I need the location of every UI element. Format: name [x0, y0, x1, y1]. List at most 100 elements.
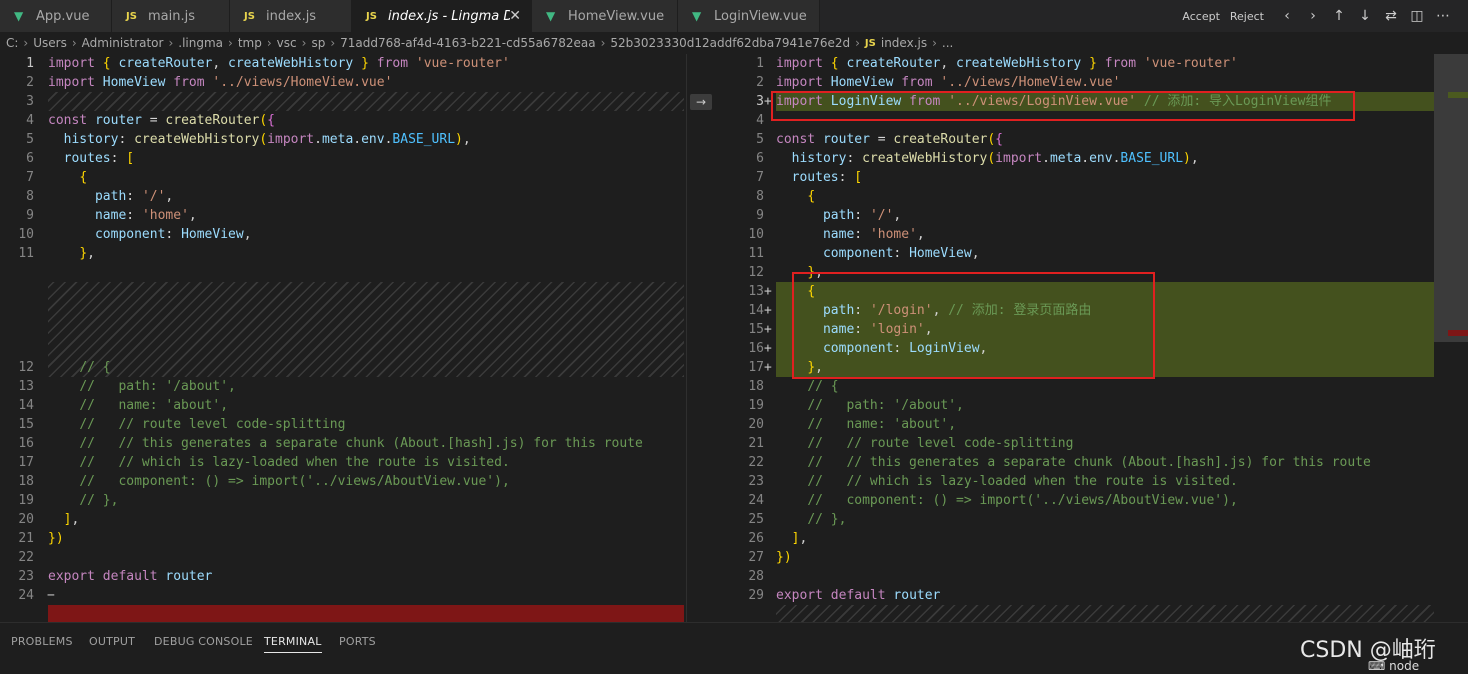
- swap-icon[interactable]: ⇄: [1378, 8, 1404, 24]
- code-text: // name: 'about',: [807, 417, 957, 432]
- line-number: 15: [748, 322, 764, 337]
- tab-app-vue[interactable]: ▼ App.vue: [0, 0, 112, 32]
- breadcrumb-item[interactable]: Users: [33, 36, 67, 50]
- code-text: path: '/',: [94, 189, 174, 204]
- breadcrumb-item[interactable]: Administrator: [82, 36, 164, 50]
- tab-terminal[interactable]: TERMINAL: [264, 635, 322, 653]
- tab-ports[interactable]: PORTS: [339, 635, 376, 648]
- code-line: 7 routes: [: [718, 168, 1468, 187]
- line-number: 3: [26, 94, 34, 109]
- chevron-right-icon: ›: [266, 36, 272, 50]
- line-number: 14: [748, 303, 764, 318]
- split-editor-icon[interactable]: ◫: [1404, 8, 1430, 24]
- breadcrumb-item[interactable]: .lingma: [178, 36, 223, 50]
- vue-file-icon: ▼: [14, 9, 24, 23]
- close-icon[interactable]: ✕: [509, 8, 521, 24]
- accept-button[interactable]: Accept: [1182, 10, 1220, 23]
- next-change-icon[interactable]: ›: [1300, 8, 1326, 24]
- code-line: 6 history: createWebHistory(import.meta.…: [718, 149, 1468, 168]
- breadcrumb-item[interactable]: tmp: [238, 36, 262, 50]
- code-text: component: HomeView,: [822, 246, 980, 261]
- code-line: 18 // component: () => import('../views/…: [0, 472, 686, 491]
- code-line: 29 export default router: [718, 586, 1468, 605]
- breadcrumb-item[interactable]: vsc: [277, 36, 297, 50]
- original-editor-pane[interactable]: 1 import { createRouter, createWebHistory…: [0, 54, 686, 622]
- code-text: export default router: [776, 588, 941, 603]
- code-text: routes: [: [791, 170, 863, 185]
- more-actions-icon[interactable]: ⋯: [1430, 8, 1456, 24]
- removed-line-marker: −: [47, 588, 55, 603]
- code-line: 10 component: HomeView,: [0, 225, 686, 244]
- code-text: // component: () => import('../views/Abo…: [79, 474, 510, 489]
- tab-label: LoginView.vue: [714, 8, 807, 24]
- chevron-right-icon: ›: [330, 36, 336, 50]
- terminal-icon: ⌨: [1368, 659, 1390, 673]
- breadcrumb-item[interactable]: C:: [6, 36, 18, 50]
- line-number: 19: [748, 398, 764, 413]
- code-line: 2 import HomeView from '../views/HomeView…: [718, 73, 1468, 92]
- js-file-icon: JS: [864, 37, 876, 49]
- terminal-instance-node[interactable]: ⌨ node: [1368, 659, 1419, 673]
- line-number: 10: [18, 227, 34, 242]
- line-number: 9: [26, 208, 34, 223]
- tab-output[interactable]: OUTPUT: [89, 635, 135, 648]
- revert-change-icon[interactable]: →: [690, 94, 712, 110]
- tab-index-js-lingma-diff[interactable]: JS index.js - Lingma Diff ✕: [352, 0, 532, 32]
- breadcrumb-item[interactable]: 52b3023330d12addf62dba7941e76e2d: [610, 36, 850, 50]
- line-number: 28: [748, 569, 764, 584]
- code-line: 25 // },: [718, 510, 1468, 529]
- tab-index-js[interactable]: JS index.js: [230, 0, 352, 32]
- line-number: 17: [18, 455, 34, 470]
- line-number: 2: [756, 75, 764, 90]
- minimap-removed-marker: [1448, 330, 1468, 336]
- js-file-icon: JS: [244, 10, 255, 22]
- added-line-marker: +: [764, 303, 772, 318]
- code-line: 22: [0, 548, 686, 567]
- code-line: 6 routes: [: [0, 149, 686, 168]
- tab-main-js[interactable]: JS main.js: [112, 0, 230, 32]
- code-line: 4 const router = createRouter({: [0, 111, 686, 130]
- breadcrumb-item[interactable]: sp: [311, 36, 325, 50]
- code-line: 17 // // which is lazy-loaded when the r…: [0, 453, 686, 472]
- line-number: 13: [18, 379, 34, 394]
- code-text: name: 'home',: [822, 227, 925, 242]
- terminal-label: node: [1389, 659, 1420, 673]
- line-number: 25: [748, 512, 764, 527]
- code-line: 22 // // this generates a separate chunk…: [718, 453, 1468, 472]
- code-line: 9 path: '/',: [718, 206, 1468, 225]
- code-text: ],: [791, 531, 808, 546]
- code-text: import { createRouter, createWebHistory …: [48, 56, 510, 71]
- code-line: 5 const router = createRouter({: [718, 130, 1468, 149]
- code-line: 23 export default router: [0, 567, 686, 586]
- breadcrumb-item[interactable]: ...: [942, 36, 953, 50]
- code-line: 16 // // this generates a separate chunk…: [0, 434, 686, 453]
- tab-problems[interactable]: PROBLEMS: [11, 635, 73, 648]
- previous-change-icon[interactable]: ‹: [1274, 8, 1300, 24]
- tab-label: index.js - Lingma Diff: [388, 8, 510, 24]
- line-number: 21: [748, 436, 764, 451]
- tab-debug-console[interactable]: DEBUG CONSOLE: [154, 635, 253, 648]
- code-line: 11 },: [0, 244, 686, 263]
- chevron-right-icon: ›: [23, 36, 29, 50]
- code-line: 1 import { createRouter, createWebHistory…: [0, 54, 686, 73]
- tab-loginview-vue[interactable]: ▼ LoginView.vue: [678, 0, 820, 32]
- code-text: // name: 'about',: [79, 398, 229, 413]
- line-number: 29: [748, 588, 764, 603]
- line-number: 24: [748, 493, 764, 508]
- chevron-right-icon: ›: [301, 36, 307, 50]
- code-text: import HomeView from '../views/HomeView.…: [776, 75, 1121, 90]
- code-text: // path: '/about',: [79, 379, 236, 394]
- line-number: 6: [756, 151, 764, 166]
- reject-button[interactable]: Reject: [1230, 10, 1264, 23]
- breadcrumb-item[interactable]: 71add768-af4d-4163-b221-cd55a6782eaa: [340, 36, 595, 50]
- tab-homeview-vue[interactable]: ▼ HomeView.vue: [532, 0, 678, 32]
- line-number: 12: [18, 360, 34, 375]
- line-number: 13: [748, 284, 764, 299]
- arrow-down-icon[interactable]: ↓: [1352, 8, 1378, 24]
- bottom-panel: PROBLEMS OUTPUT DEBUG CONSOLE TERMINAL P…: [0, 622, 1468, 674]
- arrow-up-icon[interactable]: ↑: [1326, 8, 1352, 24]
- code-line: 8 path: '/',: [0, 187, 686, 206]
- line-number: 2: [26, 75, 34, 90]
- chevron-right-icon: ›: [855, 36, 860, 50]
- breadcrumb-item[interactable]: index.js: [881, 36, 927, 50]
